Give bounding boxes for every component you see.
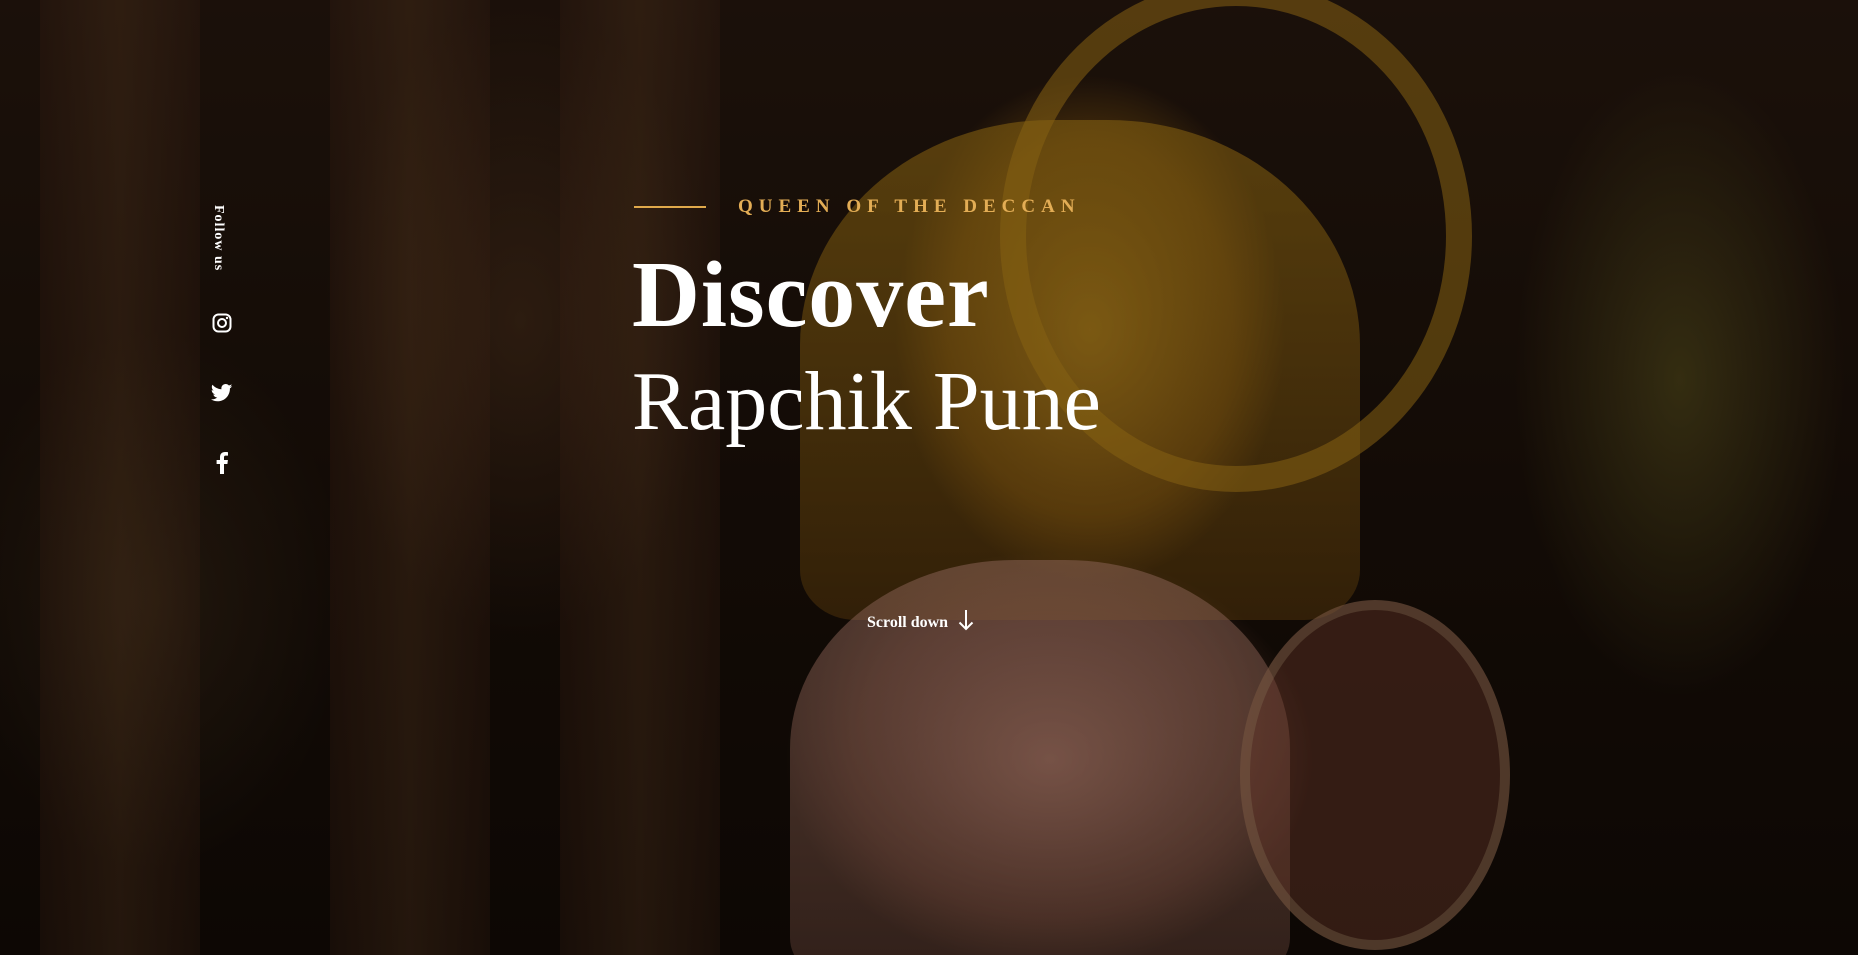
twitter-link[interactable] (207, 378, 237, 408)
hero-section: Follow us QUEEN OF THE DECCAN Discover R… (0, 0, 1858, 955)
scroll-down-label: Scroll down (867, 613, 949, 631)
eyebrow-text: QUEEN OF THE DECCAN (738, 196, 1081, 217)
arrow-down-icon (958, 609, 974, 636)
instagram-link[interactable] (207, 308, 237, 338)
hero-title-line1: Discover (632, 243, 990, 347)
facebook-link[interactable] (207, 448, 237, 478)
instagram-icon (212, 313, 232, 333)
eyebrow-divider (634, 206, 706, 208)
facebook-icon (216, 452, 228, 474)
twitter-icon (211, 384, 233, 402)
eyebrow: QUEEN OF THE DECCAN (634, 196, 1081, 218)
follow-us-label: Follow us (211, 205, 226, 272)
scroll-down-button[interactable]: Scroll down (867, 609, 974, 636)
hero-title-line2: Rapchik Pune (632, 355, 1101, 448)
background-image (0, 0, 1858, 955)
